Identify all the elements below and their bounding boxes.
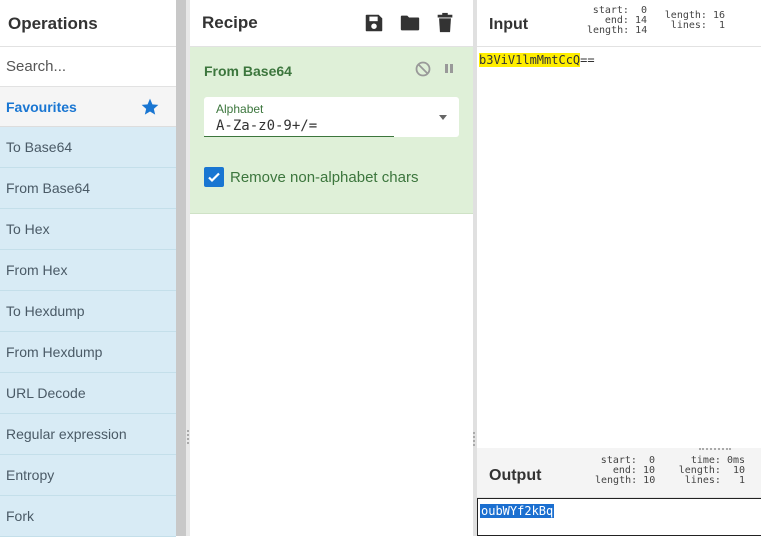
favourites-category[interactable]: Favourites [0, 87, 176, 127]
output-textarea[interactable]: oubWYf2kBq [477, 498, 761, 536]
input-highlighted-text: b3ViV1lmMmtCcQ [479, 53, 581, 67]
remove-non-alphabet-checkbox[interactable]: Remove non-alphabet chars [204, 167, 418, 187]
recipe-header: Recipe [190, 0, 473, 47]
alphabet-label: Alphabet [216, 102, 264, 116]
output-lines: 1 [738, 475, 745, 486]
output-selection-stats: start: 0 end: 10 length: 10 [595, 455, 656, 486]
operation-to-hexdump[interactable]: To Hexdump [0, 291, 176, 332]
operation-regular-expression[interactable]: Regular expression [0, 414, 176, 455]
star-icon [141, 98, 159, 115]
operations-panel: Operations Search... Favourites To Base6… [0, 0, 176, 537]
operation-from-hexdump[interactable]: From Hexdump [0, 332, 176, 373]
operation-url-decode[interactable]: URL Decode [0, 373, 176, 414]
output-section: Output start: 0 end: 10 length: 10 time: 0… [477, 448, 761, 536]
pause-icon[interactable] [443, 62, 455, 76]
chevron-down-icon [439, 115, 447, 120]
operation-from-hex[interactable]: From Hex [0, 250, 176, 291]
input-title: Input [489, 16, 529, 33]
output-header: Output start: 0 end: 10 length: 10 time: 0… [477, 448, 761, 498]
recipe-panel: Recipe From Base64 Alphabet A-Za-z0-9+/=… [190, 0, 473, 536]
input-textarea[interactable]: b3ViV1lmMmtCcQ== [479, 53, 595, 67]
field-underline [204, 136, 394, 137]
operations-scrollbar[interactable] [176, 0, 186, 536]
resize-grip[interactable] [699, 448, 731, 452]
favourites-label: Favourites [6, 98, 77, 115]
alphabet-select[interactable]: Alphabet A-Za-z0-9+/= [204, 97, 459, 137]
input-length-sel: 14 [635, 25, 648, 36]
input-text-rest: == [580, 53, 595, 67]
output-stats: time: 0ms length: 10 lines: 1 [678, 455, 745, 486]
save-icon[interactable] [363, 12, 385, 34]
folder-icon[interactable] [399, 12, 421, 34]
search-placeholder: Search... [6, 58, 67, 75]
checkbox-checked-icon [204, 167, 224, 187]
operation-name: From Base64 [204, 63, 292, 79]
alphabet-value: A-Za-z0-9+/= [216, 118, 318, 134]
operation-from-base64[interactable]: From Base64 [0, 168, 176, 209]
input-selection-stats: start: 0 end: 14 length: 14 [587, 5, 648, 36]
io-panel: Input start: 0 end: 14 length: 14 length: … [477, 0, 761, 536]
recipe-operation-from-base64[interactable]: From Base64 Alphabet A-Za-z0-9+/= Remove… [190, 47, 473, 214]
operation-entropy[interactable]: Entropy [0, 455, 176, 496]
input-lines: 1 [718, 20, 725, 31]
operation-to-base64[interactable]: To Base64 [0, 127, 176, 168]
operation-to-hex[interactable]: To Hex [0, 209, 176, 250]
operations-title: Operations [0, 0, 176, 47]
output-title: Output [489, 467, 542, 484]
output-text: oubWYf2kBq [480, 504, 555, 518]
operations-list: To Base64 From Base64 To Hex From Hex To… [0, 127, 176, 537]
remove-non-alphabet-label: Remove non-alphabet chars [230, 168, 419, 186]
trash-icon[interactable] [435, 12, 455, 34]
operations-search-input[interactable]: Search... [0, 47, 176, 87]
operations-recipe-resizer[interactable] [176, 0, 190, 536]
output-length-sel: 10 [643, 475, 656, 486]
input-header: Input start: 0 end: 14 length: 14 length: … [477, 0, 761, 47]
recipe-title: Recipe [202, 13, 258, 32]
input-stats: length: 16 lines: 1 [664, 10, 725, 31]
disable-icon[interactable] [415, 61, 431, 77]
operation-fork[interactable]: Fork [0, 496, 176, 537]
